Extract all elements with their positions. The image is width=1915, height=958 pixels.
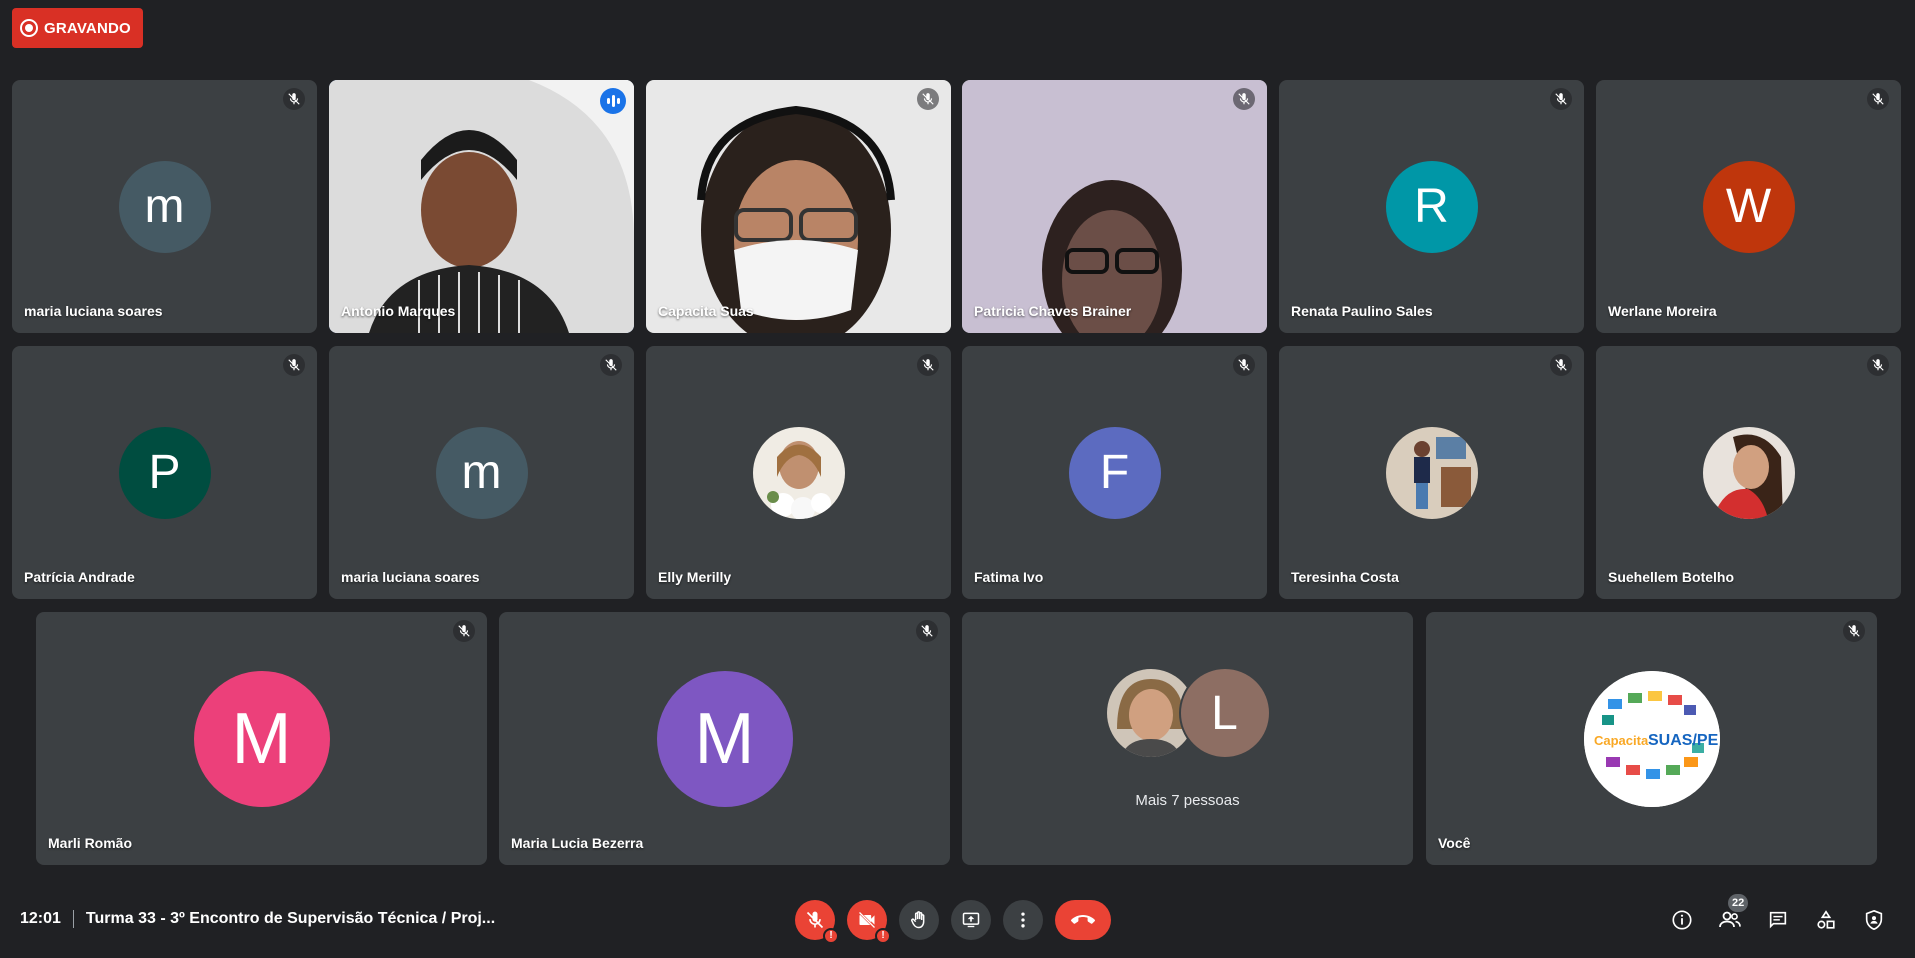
logo-text-capacita: Capacita xyxy=(1594,733,1649,748)
recording-label: GRAVANDO xyxy=(44,19,131,37)
meeting-details-button[interactable] xyxy=(1668,906,1696,934)
participant-avatar: m xyxy=(435,426,528,519)
bottom-toolbar: 12:01 Turma 33 - 3º Encontro de Supervis… xyxy=(0,880,1915,958)
more-options-button[interactable] xyxy=(1003,900,1043,940)
activities-button[interactable] xyxy=(1812,906,1840,934)
participant-photo-avatar xyxy=(1385,426,1478,519)
participant-name: maria luciana soares xyxy=(24,303,163,319)
participant-tile[interactable]: Suehellem Botelho xyxy=(1596,346,1901,599)
meeting-title: Turma 33 - 3º Encontro de Supervisão Téc… xyxy=(85,910,496,927)
participant-avatar: M xyxy=(193,670,330,807)
raise-hand-button[interactable] xyxy=(899,900,939,940)
mic-off-icon xyxy=(283,354,305,376)
participant-tile[interactable]: Teresinha Costa xyxy=(1279,346,1584,599)
chat-icon xyxy=(1769,911,1787,929)
participant-name: Elly Merilly xyxy=(658,569,732,585)
info-icon xyxy=(1672,910,1692,930)
more-participants-avatars: L xyxy=(1104,667,1271,759)
participant-video xyxy=(646,80,951,333)
participant-name: Patricia Chaves Brainer xyxy=(974,303,1132,319)
participant-name: Maria Lucia Bezerra xyxy=(511,835,644,851)
participant-tile[interactable]: Elly Merilly xyxy=(646,346,951,599)
hand-icon xyxy=(911,911,925,929)
capacita-suas-logo: Capacita SUAS/PE xyxy=(1583,670,1720,807)
mic-off-icon xyxy=(1233,88,1255,110)
participant-name: Suehellem Botelho xyxy=(1608,569,1735,585)
participant-name: Fatima Ivo xyxy=(974,569,1044,585)
present-screen-button[interactable] xyxy=(951,900,991,940)
hang-up-icon xyxy=(1071,915,1095,924)
participant-avatar: m xyxy=(118,160,211,253)
participant-name: Werlane Moreira xyxy=(1608,303,1717,319)
camera-toggle-button[interactable]: ! xyxy=(847,900,891,944)
participant-avatar: F xyxy=(1068,426,1161,519)
mic-off-icon xyxy=(1233,354,1255,376)
mic-off-icon xyxy=(1867,354,1889,376)
participant-avatar: W xyxy=(1702,160,1795,253)
speaking-indicator-icon xyxy=(600,88,626,114)
participant-name: maria luciana soares xyxy=(341,569,480,585)
mic-off-icon xyxy=(1867,88,1889,110)
participant-photo-avatar xyxy=(752,426,845,519)
participant-tile[interactable]: W Werlane Moreira xyxy=(1596,80,1901,333)
participant-tile[interactable]: F Fatima Ivo xyxy=(962,346,1267,599)
participant-name: Você xyxy=(1438,835,1471,851)
participant-name: Antonio Marques xyxy=(341,303,456,319)
mic-off-icon xyxy=(916,620,938,642)
more-vert-icon xyxy=(1021,912,1025,928)
microphone-toggle-button[interactable]: ! xyxy=(795,900,839,944)
participant-tile[interactable]: m maria luciana soares xyxy=(329,346,634,599)
participant-video xyxy=(962,80,1267,333)
participant-tile[interactable]: m maria luciana soares xyxy=(12,80,317,333)
participant-tile[interactable]: M Maria Lucia Bezerra xyxy=(499,612,950,865)
participant-name: Renata Paulino Sales xyxy=(1291,303,1433,319)
record-icon xyxy=(20,19,38,37)
activities-icon xyxy=(1817,910,1835,929)
warning-icon: ! xyxy=(823,928,839,944)
participant-tile[interactable]: Capacita Suas xyxy=(646,80,951,333)
leave-call-button[interactable] xyxy=(1055,900,1111,940)
mic-off-icon xyxy=(806,911,824,929)
more-participants-label: Mais 7 pessoas xyxy=(1135,792,1240,809)
mic-off-icon xyxy=(917,354,939,376)
people-button[interactable]: 22 xyxy=(1716,894,1749,934)
mic-off-icon xyxy=(917,88,939,110)
participant-name: Capacita Suas xyxy=(658,303,754,319)
mic-off-icon xyxy=(453,620,475,642)
participant-avatar: P xyxy=(118,426,211,519)
participant-avatar: L xyxy=(1178,667,1271,759)
camera-off-icon xyxy=(858,911,876,929)
warning-icon: ! xyxy=(875,928,891,944)
more-participants-tile[interactable]: L Mais 7 pessoas xyxy=(962,612,1413,865)
mic-off-icon xyxy=(600,354,622,376)
host-controls-button[interactable] xyxy=(1860,906,1888,934)
participant-tile[interactable]: Patricia Chaves Brainer xyxy=(962,80,1267,333)
participant-tile[interactable]: R Renata Paulino Sales xyxy=(1279,80,1584,333)
participant-photo-avatar xyxy=(1702,426,1795,519)
participant-avatar: M xyxy=(656,670,793,807)
present-icon xyxy=(962,912,980,928)
participant-tile-active-speaker[interactable]: Antonio Marques xyxy=(329,80,634,333)
self-tile[interactable]: Capacita SUAS/PE Você xyxy=(1426,612,1877,865)
shield-icon xyxy=(1865,909,1883,931)
meeting-details: 12:01 Turma 33 - 3º Encontro de Supervis… xyxy=(20,910,495,928)
participant-name: Teresinha Costa xyxy=(1291,569,1399,585)
divider xyxy=(72,910,74,928)
mic-off-icon xyxy=(283,88,305,110)
mic-off-icon xyxy=(1550,88,1572,110)
participant-name: Marli Romão xyxy=(48,835,133,851)
participant-name: Patrícia Andrade xyxy=(24,569,135,585)
participant-tile[interactable]: P Patrícia Andrade xyxy=(12,346,317,599)
recording-badge[interactable]: GRAVANDO xyxy=(12,8,143,48)
participant-video xyxy=(329,80,634,333)
participant-tile[interactable]: M Marli Romão xyxy=(36,612,487,865)
chat-button[interactable] xyxy=(1764,906,1792,934)
participants-count-badge: 22 xyxy=(1728,894,1749,912)
logo-text-suas: SUAS/PE xyxy=(1648,732,1719,749)
clock: 12:01 xyxy=(20,910,61,927)
participant-avatar: R xyxy=(1385,160,1478,253)
mic-off-icon xyxy=(1843,620,1865,642)
mic-off-icon xyxy=(1550,354,1572,376)
